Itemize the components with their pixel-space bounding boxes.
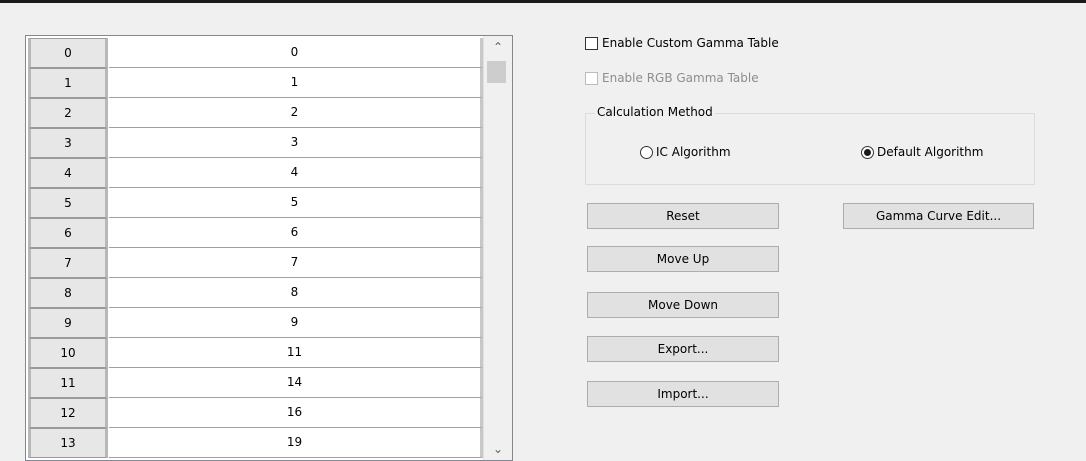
default-algorithm-radio[interactable]: [861, 145, 874, 159]
enable-custom-gamma-label: Enable Custom Gamma Table: [602, 36, 779, 50]
row-index-cell[interactable]: 9: [28, 308, 108, 338]
table-row[interactable]: 00: [28, 38, 483, 68]
enable-custom-gamma-option[interactable]: Enable Custom Gamma Table: [585, 36, 779, 50]
move-down-button[interactable]: Move Down: [587, 292, 779, 318]
ic-algorithm-option[interactable]: IC Algorithm: [640, 145, 731, 159]
row-index-cell[interactable]: 6: [28, 218, 108, 248]
ic-algorithm-radio[interactable]: [640, 145, 653, 159]
enable-custom-gamma-checkbox[interactable]: [585, 36, 598, 50]
table-row[interactable]: 10 11: [28, 338, 483, 368]
default-algorithm-option[interactable]: Default Algorithm: [861, 145, 983, 159]
chevron-down-icon[interactable]: ⌄: [484, 438, 512, 460]
table-row[interactable]: 33: [28, 128, 483, 158]
gamma-value-cell[interactable]: 16: [109, 398, 483, 428]
ic-algorithm-label: IC Algorithm: [656, 145, 731, 159]
table-row[interactable]: 22: [28, 98, 483, 128]
top-border: [0, 0, 1086, 3]
row-index-cell[interactable]: 3: [28, 128, 108, 158]
gamma-value-cell[interactable]: 5: [109, 188, 483, 218]
move-up-button[interactable]: Move Up: [587, 246, 779, 272]
row-index-cell[interactable]: 12: [28, 398, 108, 428]
enable-rgb-gamma-label: Enable RGB Gamma Table: [602, 71, 759, 85]
row-index-cell[interactable]: 11: [28, 368, 108, 398]
gamma-value-cell[interactable]: 9: [109, 308, 483, 338]
row-index-cell[interactable]: 2: [28, 98, 108, 128]
table-row[interactable]: 55: [28, 188, 483, 218]
gamma-value-cell[interactable]: 7: [109, 248, 483, 278]
gamma-value-cell[interactable]: 2: [109, 98, 483, 128]
row-index-cell[interactable]: 5: [28, 188, 108, 218]
table-row[interactable]: 66: [28, 218, 483, 248]
vertical-scrollbar[interactable]: ⌃ ⌄: [483, 36, 512, 460]
table-row[interactable]: 88: [28, 278, 483, 308]
row-index-cell[interactable]: 7: [28, 248, 108, 278]
table-row[interactable]: 12 16: [28, 398, 483, 428]
gamma-value-cell[interactable]: 11: [109, 338, 483, 368]
gamma-table-grid: 0 0 1 1 2 2 3 3 4 4 5 5 6 6 7 7 8 8 9 9 10 11 11 14 12 16 13 19: [28, 38, 483, 458]
row-index-cell[interactable]: 1: [28, 68, 108, 98]
row-index-cell[interactable]: 13: [28, 428, 108, 458]
chevron-up-icon[interactable]: ⌃: [484, 36, 512, 58]
gamma-value-cell[interactable]: 19: [109, 428, 483, 458]
table-row[interactable]: 99: [28, 308, 483, 338]
row-index-cell[interactable]: 0: [28, 38, 108, 68]
reset-button[interactable]: Reset: [587, 203, 779, 229]
gamma-value-cell[interactable]: 8: [109, 278, 483, 308]
gamma-curve-edit-button[interactable]: Gamma Curve Edit...: [843, 203, 1034, 229]
gamma-value-cell[interactable]: 6: [109, 218, 483, 248]
import-button[interactable]: Import...: [587, 381, 779, 407]
scroll-thumb[interactable]: [487, 61, 506, 83]
enable-rgb-gamma-option[interactable]: Enable RGB Gamma Table: [585, 71, 759, 85]
gamma-value-cell[interactable]: 4: [109, 158, 483, 188]
gamma-value-cell[interactable]: 1: [109, 68, 483, 98]
calculation-method-legend: Calculation Method: [595, 105, 715, 119]
table-row[interactable]: 11: [28, 68, 483, 98]
gamma-table[interactable]: 0 0 1 1 2 2 3 3 4 4 5 5 6 6 7 7 8 8 9 9 10 11 11 14 12 16 13 19 ⌃ ⌄: [25, 35, 513, 461]
enable-rgb-gamma-checkbox[interactable]: [585, 71, 598, 85]
table-row[interactable]: 13 19: [28, 428, 483, 458]
table-row[interactable]: 11 14: [28, 368, 483, 398]
row-index-cell[interactable]: 4: [28, 158, 108, 188]
gamma-value-cell[interactable]: 3: [109, 128, 483, 158]
gamma-value-cell[interactable]: 0: [109, 38, 483, 68]
table-row[interactable]: 44: [28, 158, 483, 188]
table-row[interactable]: 77: [28, 248, 483, 278]
gamma-value-cell[interactable]: 14: [109, 368, 483, 398]
row-index-cell[interactable]: 8: [28, 278, 108, 308]
row-index-cell[interactable]: 10: [28, 338, 108, 368]
export-button[interactable]: Export...: [587, 336, 779, 362]
default-algorithm-label: Default Algorithm: [877, 145, 984, 159]
